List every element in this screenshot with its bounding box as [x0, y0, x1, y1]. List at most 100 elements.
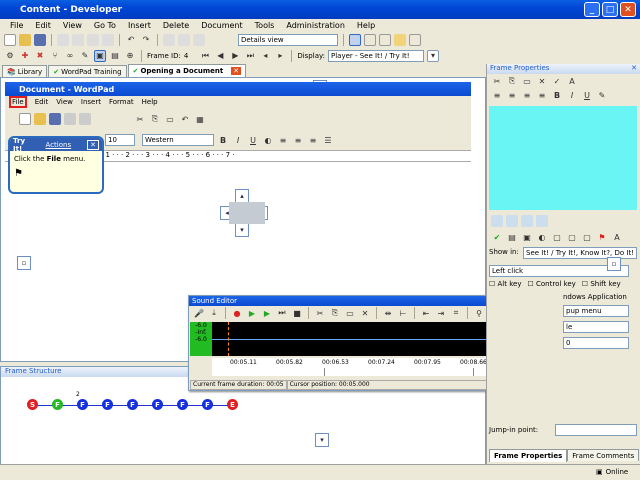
style-icon[interactable]	[506, 215, 518, 227]
silence-icon[interactable]: ⊢	[397, 307, 409, 319]
layout-split-icon[interactable]	[364, 33, 376, 46]
settings-icon[interactable]: ⚙	[4, 50, 16, 62]
italic-icon[interactable]: I	[566, 89, 578, 101]
frame-icon[interactable]: ▢	[581, 231, 593, 243]
frame-node[interactable]: F	[102, 399, 113, 410]
cut-icon[interactable]: ✂	[314, 307, 326, 319]
image-icon[interactable]: ▣	[521, 231, 533, 243]
preview-icon[interactable]: ▤	[109, 50, 121, 62]
copy-icon[interactable]: ⎘	[149, 113, 161, 125]
close-button[interactable]: ✕	[620, 2, 636, 17]
close-tab-icon[interactable]: ✕	[231, 67, 242, 75]
target-type-dropdown[interactable]: pup menu	[563, 305, 629, 317]
style-icon[interactable]	[536, 215, 548, 227]
play-icon[interactable]: ▶	[246, 307, 258, 319]
new-icon[interactable]	[4, 33, 16, 46]
copy-icon[interactable]: ⎘	[506, 75, 518, 87]
bold-icon[interactable]: B	[217, 134, 229, 146]
layout-icon[interactable]	[349, 33, 361, 46]
align-center-icon[interactable]: ≡	[292, 134, 304, 146]
layout-grid-icon[interactable]	[379, 33, 391, 46]
menu-document[interactable]: Document	[201, 21, 242, 30]
import-icon[interactable]: ⤓	[208, 307, 220, 319]
record-icon[interactable]: ▣	[94, 49, 106, 62]
trim-icon[interactable]: ⇹	[382, 307, 394, 319]
target-field[interactable]: le	[563, 321, 629, 333]
prev-frame-icon[interactable]: ◀	[214, 50, 226, 62]
stop-icon[interactable]: ■	[291, 307, 303, 319]
frame-node[interactable]: E	[227, 399, 238, 410]
tab-library[interactable]: 📚 Library	[2, 65, 48, 77]
font-icon[interactable]: A	[566, 75, 578, 87]
actions-link[interactable]: Actions	[46, 141, 72, 149]
dock-right-icon[interactable]: ▫	[607, 257, 621, 271]
menu-administration[interactable]: Administration	[286, 21, 345, 30]
frame-node[interactable]: S	[27, 399, 38, 410]
new-icon[interactable]	[19, 113, 31, 125]
window-icon[interactable]	[409, 33, 421, 46]
tab-frame-properties[interactable]: Frame Properties	[489, 449, 568, 462]
shift-key-checkbox[interactable]: ☐ Shift key	[582, 280, 621, 288]
menu-insert[interactable]: Insert	[128, 21, 151, 30]
menu-tools[interactable]: Tools	[255, 21, 275, 30]
print-preview-icon[interactable]	[79, 113, 91, 125]
font-size-dropdown[interactable]: 10	[105, 134, 135, 146]
wordpad-menu-file[interactable]: File	[9, 96, 27, 108]
tab-opening-a-document[interactable]: ✔ Opening a Document ✕	[127, 64, 247, 77]
copy-icon[interactable]: ⎘	[329, 307, 341, 319]
search-icon[interactable]: ⚲	[473, 307, 485, 319]
style-icon[interactable]	[521, 215, 533, 227]
cut-icon[interactable]	[72, 33, 84, 46]
redo-icon[interactable]: ↷	[140, 34, 152, 46]
find-icon[interactable]	[163, 33, 175, 46]
folder-icon[interactable]	[394, 33, 406, 46]
alt-key-checkbox[interactable]: ☐ Alt key	[489, 280, 521, 288]
step-icon[interactable]: ⏭	[276, 307, 288, 319]
delay-dropdown[interactable]: 0	[563, 337, 629, 349]
delete-icon[interactable]: ✕	[359, 307, 371, 319]
delete-frame-icon[interactable]: ✖	[34, 50, 46, 62]
wordpad-menu-view[interactable]: View	[56, 98, 73, 106]
frame-node[interactable]: F	[52, 399, 63, 410]
bubble-text-editor[interactable]	[489, 106, 637, 210]
step-forward-icon[interactable]: ▸	[274, 50, 286, 62]
align-right-icon[interactable]: ≡	[521, 89, 533, 101]
chevron-down-icon[interactable]: ▾	[426, 49, 439, 62]
zoom-icon[interactable]: ⊕	[124, 50, 136, 62]
frame-node[interactable]: F	[127, 399, 138, 410]
open-icon[interactable]	[19, 33, 31, 46]
paste-icon[interactable]	[102, 33, 114, 46]
copy-icon[interactable]	[87, 33, 99, 46]
datetime-icon[interactable]: ▦	[194, 113, 206, 125]
justify-icon[interactable]: ≡	[536, 89, 548, 101]
font-icon[interactable]: A	[611, 231, 623, 243]
delete-icon[interactable]: ✕	[536, 75, 548, 87]
highlight-icon[interactable]: ✎	[596, 89, 608, 101]
script-dropdown[interactable]: Western	[142, 134, 214, 146]
jump-in-field[interactable]	[555, 424, 637, 436]
zoom-out-icon[interactable]: ⇥	[435, 307, 447, 319]
view-dropdown[interactable]: Details view	[238, 33, 338, 46]
menu-file[interactable]: File	[10, 21, 23, 30]
menu-delete[interactable]: Delete	[163, 21, 189, 30]
next-frame-icon[interactable]: ▶	[229, 50, 241, 62]
dock-left-icon[interactable]: ▫	[17, 256, 31, 270]
frame-node[interactable]: F	[202, 399, 213, 410]
branch-icon[interactable]: ⑂	[49, 50, 61, 62]
print-icon[interactable]	[57, 33, 69, 46]
paste-icon[interactable]: ▭	[344, 307, 356, 319]
play-selection-icon[interactable]: ▶	[261, 307, 273, 319]
align-left-icon[interactable]: ≡	[491, 89, 503, 101]
wordpad-menu-insert[interactable]: Insert	[81, 98, 101, 106]
paste-icon[interactable]: ▭	[164, 113, 176, 125]
align-center-icon[interactable]: ≡	[506, 89, 518, 101]
frame-node[interactable]: F	[152, 399, 163, 410]
nav-down-icon[interactable]: ▾	[315, 433, 329, 447]
color-icon[interactable]: ◐	[262, 134, 274, 146]
wordpad-menu-help[interactable]: Help	[142, 98, 158, 106]
edit-icon[interactable]: ✎	[79, 50, 91, 62]
align-right-icon[interactable]: ≡	[307, 134, 319, 146]
pan-down-icon[interactable]: ▾	[235, 223, 249, 237]
add-frame-icon[interactable]: ✚	[19, 50, 31, 62]
print-icon[interactable]	[64, 113, 76, 125]
